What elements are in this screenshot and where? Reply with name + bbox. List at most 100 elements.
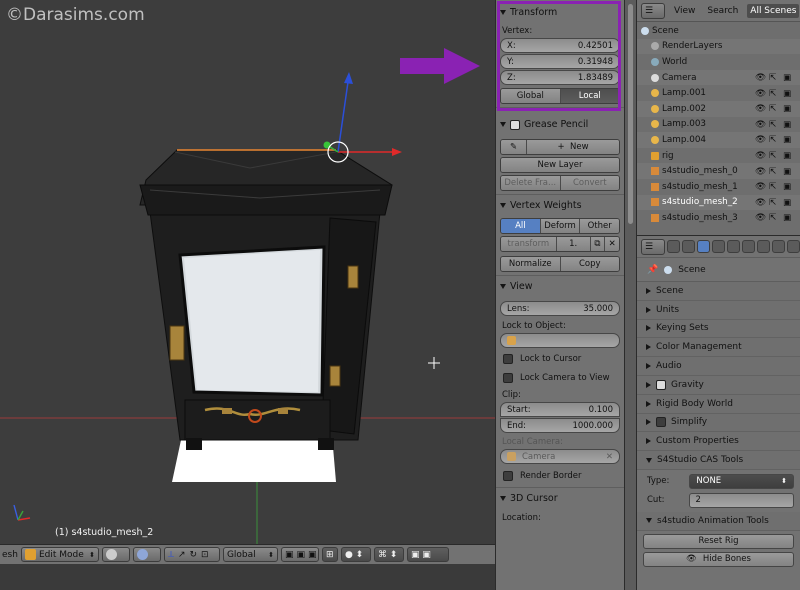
row-toggles[interactable]: 👁 ⇱ ▣: [755, 73, 792, 83]
row-toggles[interactable]: 👁 ⇱ ▣: [755, 213, 792, 223]
eye-icon[interactable]: 👁: [755, 120, 766, 130]
lens-field[interactable]: Lens: 35.000: [500, 301, 620, 316]
simplify-checkbox[interactable]: [656, 417, 666, 428]
row-toggles[interactable]: 👁 ⇱ ▣: [755, 135, 792, 145]
global-button[interactable]: Global: [501, 89, 561, 103]
mesh-menu-label[interactable]: esh: [2, 550, 18, 560]
eye-icon[interactable]: 👁: [755, 182, 766, 192]
delete-frame-button[interactable]: Delete Fra...: [501, 176, 561, 190]
editor-type-button[interactable]: ☰: [641, 2, 665, 19]
outliner-row-lamp-001[interactable]: Lamp.001 👁 ⇱ ▣: [637, 85, 800, 101]
grease-pencil-checkbox[interactable]: [510, 119, 520, 130]
row-toggles[interactable]: 👁 ⇱ ▣: [755, 151, 792, 161]
panel-s4studio-cas-tools[interactable]: S4Studio CAS Tools: [637, 451, 800, 470]
outliner-tab-search[interactable]: Search: [704, 4, 741, 18]
eye-icon[interactable]: 👁: [755, 167, 766, 177]
lock-object-field[interactable]: [500, 333, 620, 348]
eye-icon[interactable]: 👁: [755, 73, 766, 83]
render-icon[interactable]: ▣: [783, 73, 792, 83]
row-toggles[interactable]: 👁 ⇱ ▣: [755, 167, 792, 177]
paste-icon[interactable]: ⧉: [590, 237, 606, 251]
proportional-button[interactable]: ● ⬍: [340, 547, 371, 562]
modifier-tab-icon[interactable]: [757, 240, 770, 253]
render-icon[interactable]: ▣: [783, 151, 792, 161]
object-tab-icon[interactable]: [727, 240, 740, 253]
panel-rigid-body-world[interactable]: Rigid Body World: [637, 394, 800, 414]
cursor-icon[interactable]: ⇱: [769, 182, 778, 192]
outliner-row-mesh-0[interactable]: s4studio_mesh_0 👁 ⇱ ▣: [637, 163, 800, 179]
snap-button[interactable]: ⌘ ⬍: [373, 547, 404, 562]
lock-to-cursor-checkbox[interactable]: [503, 353, 513, 364]
panel-gravity[interactable]: Gravity: [637, 375, 800, 395]
clip-end-field[interactable]: End: 1000.000: [500, 418, 620, 433]
lock-to-cursor-row[interactable]: Lock to Cursor: [500, 350, 620, 367]
outliner-row-camera[interactable]: Camera 👁 ⇱ ▣: [637, 69, 800, 86]
outliner-row-mesh-1[interactable]: s4studio_mesh_1 👁 ⇱ ▣: [637, 179, 800, 195]
outliner-tab-view[interactable]: View: [671, 4, 698, 18]
renderlayer-tab-icon[interactable]: [682, 240, 695, 253]
local-camera-field[interactable]: Camera ✕: [500, 449, 620, 464]
eye-icon[interactable]: 👁: [755, 198, 766, 208]
delete-icon[interactable]: ✕: [605, 237, 619, 251]
eye-icon[interactable]: 👁: [755, 104, 766, 114]
row-toggles[interactable]: 👁 ⇱ ▣: [755, 104, 792, 114]
panel-audio[interactable]: Audio: [637, 357, 800, 376]
world-tab-icon[interactable]: [712, 240, 725, 253]
manipulator-toggles[interactable]: ⟂ ↗ ↻ ⊡: [163, 547, 220, 562]
cas-type-dropdown[interactable]: NONE ⬍: [689, 473, 794, 489]
3d-cursor-header[interactable]: 3D Cursor: [500, 490, 620, 507]
orientation-selector[interactable]: Global ⬍: [222, 547, 278, 562]
3d-viewport[interactable]: ©Darasims.com (1) s4studio_mesh_2: [0, 0, 495, 544]
panel-simplify[interactable]: Simplify: [637, 413, 800, 433]
weight-value-field[interactable]: 1.: [556, 237, 591, 251]
render-buttons[interactable]: ▣ ▣: [406, 547, 449, 562]
cursor-icon[interactable]: ⇱: [769, 213, 778, 223]
editor-type-button[interactable]: ☰: [641, 238, 665, 255]
render-icon[interactable]: ▣: [783, 213, 792, 223]
vertex-x-field[interactable]: X: 0.42501: [500, 38, 620, 53]
vertex-z-field[interactable]: Z: 1.83489: [500, 70, 620, 85]
transform-header[interactable]: Transform: [500, 4, 620, 21]
render-icon[interactable]: ▣: [783, 198, 792, 208]
cursor-icon[interactable]: ⇱: [769, 151, 778, 161]
row-toggles[interactable]: 👁 ⇱ ▣: [755, 89, 792, 99]
pin-icon[interactable]: 📌: [647, 265, 658, 275]
cursor-icon[interactable]: ⇱: [769, 120, 778, 130]
lock-camera-checkbox[interactable]: [503, 372, 513, 383]
row-toggles[interactable]: 👁 ⇱ ▣: [755, 182, 792, 192]
new-button[interactable]: + New: [527, 140, 619, 154]
scrollbar-thumb[interactable]: [628, 4, 633, 224]
occlude-button[interactable]: ⊞: [321, 547, 338, 562]
normalize-button[interactable]: Normalize: [501, 257, 561, 271]
render-icon[interactable]: ▣: [783, 104, 792, 114]
row-toggles[interactable]: 👁 ⇱ ▣: [755, 198, 792, 208]
render-icon[interactable]: ▣: [783, 182, 792, 192]
outliner-row-lamp-004[interactable]: Lamp.004 👁 ⇱ ▣: [637, 132, 800, 148]
constraint-tab-icon[interactable]: [742, 240, 755, 253]
vertex-weights-header[interactable]: Vertex Weights: [500, 197, 620, 214]
render-border-row[interactable]: Render Border: [500, 467, 620, 484]
render-border-checkbox[interactable]: [503, 470, 513, 481]
eye-icon[interactable]: 👁: [755, 89, 766, 99]
clear-icon[interactable]: ✕: [606, 452, 613, 462]
all-button[interactable]: All: [501, 219, 541, 233]
outliner-row-mesh-2[interactable]: s4studio_mesh_2 👁 ⇱ ▣: [637, 194, 800, 211]
outliner-row-lamp-002[interactable]: Lamp.002 👁 ⇱ ▣: [637, 100, 800, 117]
cursor-icon[interactable]: ⇱: [769, 104, 778, 114]
shelf-scrollbar[interactable]: [624, 0, 636, 590]
render-icon[interactable]: ▣: [783, 167, 792, 177]
cursor-icon[interactable]: ⇱: [769, 167, 778, 177]
outliner-row-renderlayers[interactable]: RenderLayers: [637, 38, 800, 55]
data-tab-icon[interactable]: [772, 240, 785, 253]
outliner-tab-all-scenes[interactable]: All Scenes: [747, 3, 800, 18]
eye-icon[interactable]: 👁: [755, 213, 766, 223]
panel-units[interactable]: Units: [637, 300, 800, 320]
reset-rig-button[interactable]: Reset Rig: [643, 533, 794, 549]
row-toggles[interactable]: 👁 ⇱ ▣: [755, 120, 792, 130]
outliner-row-mesh-3[interactable]: s4studio_mesh_3 👁 ⇱ ▣: [637, 210, 800, 226]
outliner-row-rig[interactable]: rig 👁 ⇱ ▣: [637, 148, 800, 164]
grease-pencil-header[interactable]: Grease Pencil: [500, 116, 620, 133]
new-layer-button[interactable]: New Layer: [501, 158, 619, 172]
convert-button[interactable]: Convert: [560, 176, 619, 190]
panel-keying-sets[interactable]: Keying Sets: [637, 319, 800, 339]
